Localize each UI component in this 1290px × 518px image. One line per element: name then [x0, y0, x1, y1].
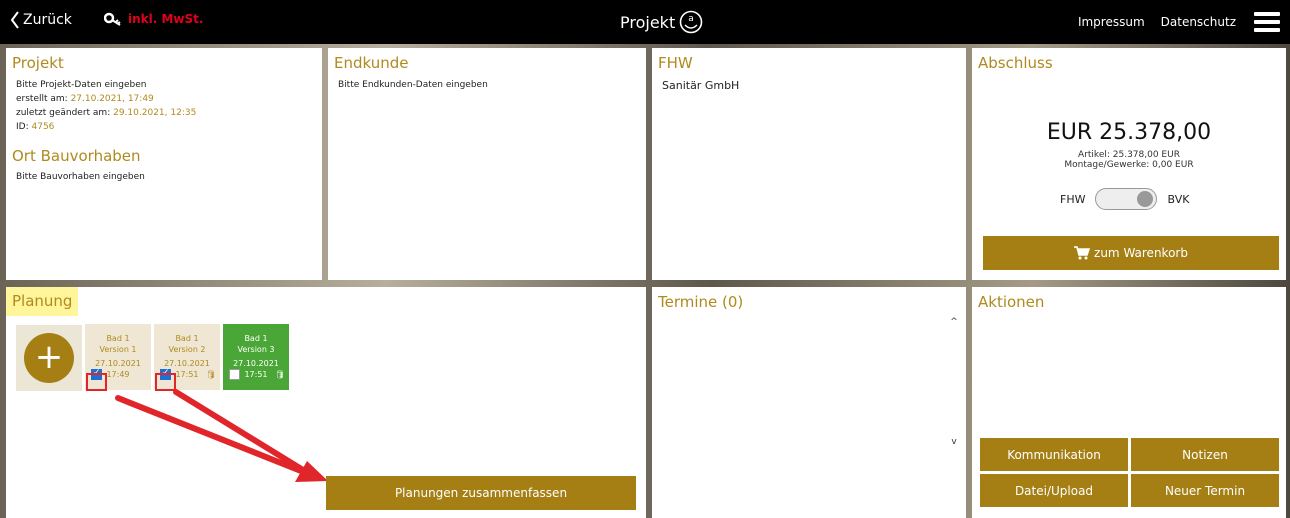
- logo-icon: a: [679, 10, 703, 34]
- aktionen-panel: Aktionen Kommunikation Notizen Datei/Upl…: [972, 287, 1286, 518]
- neuer-termin-button[interactable]: Neuer Termin: [1131, 474, 1279, 507]
- datei-upload-button[interactable]: Datei/Upload: [980, 474, 1128, 507]
- fhw-bvk-toggle[interactable]: [1095, 188, 1158, 210]
- page-title-text: Projekt: [620, 12, 676, 32]
- termine-scrollbar[interactable]: ^ v: [948, 317, 960, 447]
- top-bar: Zurück inkl. MwSt. Projekt a Impressum D…: [0, 0, 1290, 44]
- scroll-down-icon[interactable]: v: [948, 437, 960, 447]
- mwst-label: inkl. MwSt.: [128, 12, 204, 26]
- toggle-bvk-label: BVK: [1167, 192, 1190, 206]
- warenkorb-label: zum Warenkorb: [1094, 246, 1188, 260]
- menu-icon[interactable]: [1254, 12, 1280, 33]
- chevron-left-icon: [10, 11, 19, 29]
- ort-hint[interactable]: Bitte Bauvorhaben eingeben: [16, 170, 145, 184]
- fhw-panel: FHW Sanitär GmbH: [652, 48, 966, 280]
- termine-title: Termine (0): [658, 293, 744, 311]
- scroll-up-icon[interactable]: ^: [948, 317, 960, 327]
- mwst-toggle[interactable]: inkl. MwSt.: [104, 12, 203, 26]
- endkunde-hint[interactable]: Bitte Endkunden-Daten eingeben: [338, 78, 488, 92]
- kommunikation-button[interactable]: Kommunikation: [980, 438, 1128, 471]
- notizen-button[interactable]: Notizen: [1131, 438, 1279, 471]
- changed-label: zuletzt geändert am:: [16, 108, 111, 118]
- warenkorb-button[interactable]: zum Warenkorb: [983, 236, 1279, 270]
- artikel-amount: Artikel: 25.378,00 EUR: [1078, 150, 1180, 160]
- aktionen-title: Aktionen: [978, 293, 1045, 311]
- projekt-panel: Projekt Bitte Projekt-Daten eingeben ers…: [6, 48, 322, 280]
- page-title: Projekt a: [620, 10, 703, 34]
- cart-icon: [1074, 246, 1091, 260]
- fhw-company: Sanitär GmbH: [662, 79, 740, 92]
- changed-value: 29.10.2021, 12:35: [113, 108, 197, 118]
- merge-planungen-button[interactable]: Planungen zusammenfassen: [326, 476, 636, 510]
- endkunde-panel: Endkunde Bitte Endkunden-Daten eingeben: [328, 48, 646, 280]
- total-amount: EUR 25.378,00: [1046, 120, 1212, 145]
- id-label: ID:: [16, 122, 29, 132]
- fhw-title: FHW: [658, 54, 693, 72]
- created-value: 27.10.2021, 17:49: [70, 94, 154, 104]
- projekt-hint[interactable]: Bitte Projekt-Daten eingeben: [16, 78, 196, 92]
- ort-title: Ort Bauvorhaben: [12, 147, 141, 165]
- toggle-fhw-label: FHW: [1060, 192, 1086, 206]
- abschluss-title: Abschluss: [978, 54, 1053, 72]
- key-icon: [104, 12, 121, 26]
- montage-amount: Montage/Gewerke: 0,00 EUR: [1064, 160, 1194, 170]
- endkunde-title: Endkunde: [334, 54, 409, 72]
- abschluss-panel: Abschluss EUR 25.378,00 Artikel: 25.378,…: [972, 48, 1286, 280]
- termine-panel: Termine (0) ^ v: [652, 287, 966, 518]
- projekt-title: Projekt: [12, 54, 64, 72]
- back-label: Zurück: [23, 12, 72, 28]
- impressum-link[interactable]: Impressum: [1078, 15, 1145, 29]
- toggle-knob: [1137, 191, 1154, 207]
- created-label: erstellt am:: [16, 94, 68, 104]
- back-button[interactable]: Zurück: [10, 11, 72, 29]
- planung-panel: Planung + Bad 1 Version 1 27.10.2021 17:…: [6, 287, 646, 518]
- id-value: 4756: [31, 122, 55, 132]
- datenschutz-link[interactable]: Datenschutz: [1161, 15, 1236, 29]
- svg-text:a: a: [688, 14, 694, 24]
